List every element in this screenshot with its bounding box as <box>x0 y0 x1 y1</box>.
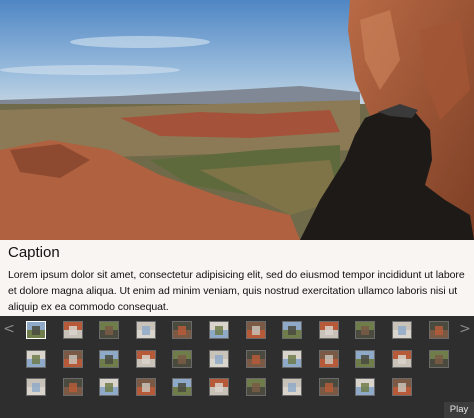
thumbnail[interactable] <box>246 321 266 339</box>
thumbnail[interactable] <box>392 378 412 396</box>
thumbnail[interactable] <box>172 321 192 339</box>
thumbnail[interactable] <box>319 378 339 396</box>
thumbnail[interactable] <box>429 350 449 368</box>
main-photo-stage: Caption Lorem ipsum dolor sit amet, cons… <box>0 0 474 316</box>
thumbnail[interactable] <box>63 350 83 368</box>
thumbnail[interactable] <box>99 321 119 339</box>
thumbnail[interactable] <box>355 321 375 339</box>
thumbnail[interactable] <box>209 378 229 396</box>
thumbnail[interactable] <box>26 378 46 396</box>
thumbnail[interactable] <box>136 321 156 339</box>
thumbnail[interactable] <box>319 350 339 368</box>
thumbnail[interactable] <box>99 350 119 368</box>
next-arrow-icon[interactable]: > <box>458 319 472 339</box>
caption-title: Caption <box>8 244 60 261</box>
thumbnail[interactable] <box>355 378 375 396</box>
thumbnail[interactable] <box>63 378 83 396</box>
thumbnail[interactable] <box>99 378 119 396</box>
thumbnail[interactable] <box>392 350 412 368</box>
thumbnail[interactable] <box>26 321 46 339</box>
thumbnail[interactable] <box>429 321 449 339</box>
previous-arrow-icon[interactable]: < <box>2 319 16 339</box>
play-button[interactable]: Play <box>444 402 474 418</box>
caption-text: Lorem ipsum dolor sit amet, consectetur … <box>8 269 465 313</box>
thumbnail[interactable] <box>392 321 412 339</box>
thumbnail[interactable] <box>136 378 156 396</box>
thumbnail[interactable] <box>246 350 266 368</box>
thumbnail[interactable] <box>172 378 192 396</box>
caption-panel: Caption Lorem ipsum dolor sit amet, cons… <box>0 240 474 316</box>
thumbnail[interactable] <box>63 321 83 339</box>
thumbnail[interactable] <box>26 350 46 368</box>
thumbnail[interactable] <box>282 378 302 396</box>
thumbnail[interactable] <box>172 350 192 368</box>
thumbnail[interactable] <box>355 350 375 368</box>
thumbnail[interactable] <box>246 378 266 396</box>
thumbnail[interactable] <box>282 350 302 368</box>
thumbnail[interactable] <box>319 321 339 339</box>
thumbnail[interactable] <box>209 321 229 339</box>
thumbnail[interactable] <box>209 350 229 368</box>
thumbnail[interactable] <box>136 350 156 368</box>
thumbnail[interactable] <box>282 321 302 339</box>
